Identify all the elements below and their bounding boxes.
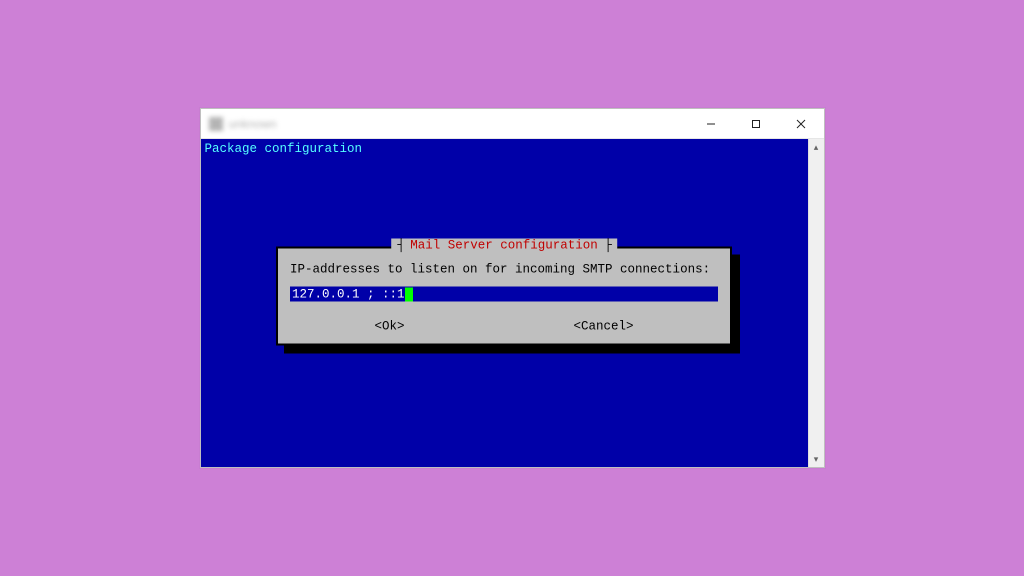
dialog-title-text: Mail Server configuration (410, 239, 598, 253)
minimize-button[interactable] (689, 109, 734, 139)
client-area: Package configuration ┤ Mail Server conf… (201, 139, 824, 467)
maximize-button[interactable] (734, 109, 779, 139)
terminal[interactable]: Package configuration ┤ Mail Server conf… (201, 139, 808, 467)
dialog-prompt: IP-addresses to listen on for incoming S… (290, 263, 718, 277)
titlebar: unknown (201, 109, 824, 139)
ip-addresses-input[interactable]: 127.0.0.1 ; ::1 (290, 287, 718, 302)
close-icon (796, 119, 806, 129)
titlebar-left: unknown (209, 117, 277, 131)
cancel-button[interactable]: <Cancel> (573, 320, 633, 334)
dialog-wrap: ┤ Mail Server configuration ├ IP-address… (276, 247, 732, 346)
window-controls (689, 109, 824, 139)
vertical-scrollbar[interactable]: ▴ ▾ (808, 139, 824, 467)
minimize-icon (706, 119, 716, 129)
window-title: unknown (229, 117, 277, 131)
ok-button[interactable]: <Ok> (374, 320, 404, 334)
text-cursor (405, 287, 413, 301)
dialog-buttons: <Ok> <Cancel> (290, 320, 718, 334)
package-configuration-header: Package configuration (205, 142, 363, 156)
scroll-up-arrow-icon[interactable]: ▴ (809, 139, 824, 155)
app-icon (209, 117, 223, 131)
mail-server-dialog: ┤ Mail Server configuration ├ IP-address… (276, 247, 732, 346)
maximize-icon (751, 119, 761, 129)
app-window: unknown Package configuration ┤ Mail Ser… (200, 108, 825, 468)
ip-addresses-value: 127.0.0.1 ; ::1 (292, 287, 405, 301)
dialog-title: ┤ Mail Server configuration ├ (391, 239, 617, 253)
scroll-down-arrow-icon[interactable]: ▾ (809, 451, 824, 467)
close-button[interactable] (779, 109, 824, 139)
